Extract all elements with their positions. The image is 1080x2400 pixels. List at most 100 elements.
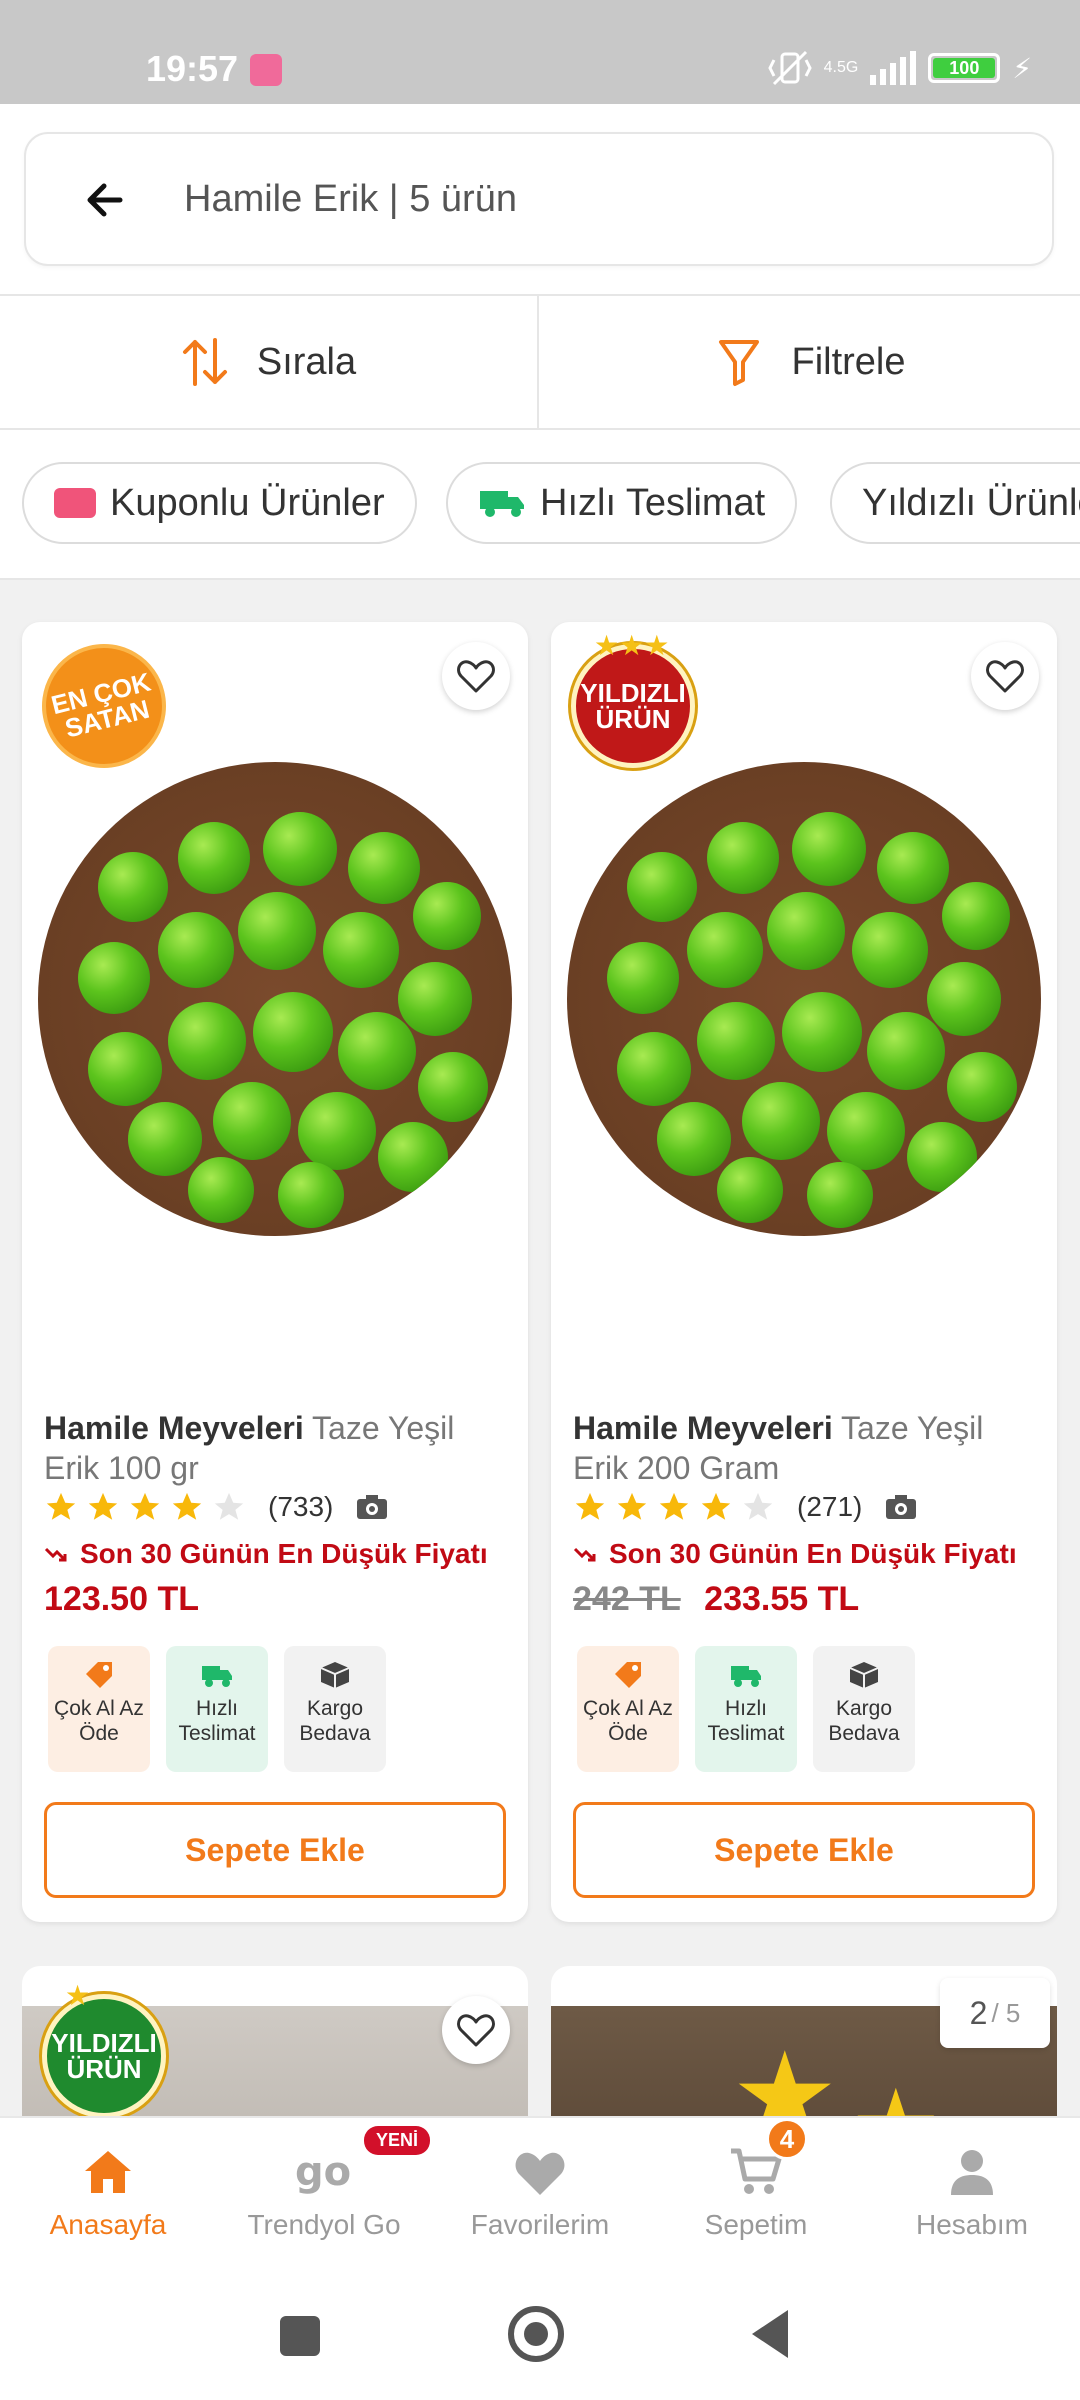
chip-label: Hızlı Teslimat — [540, 481, 766, 524]
nav-account[interactable]: Hesabım — [864, 2118, 1080, 2268]
lowest-price-text: Son 30 Günün En Düşük Fiyatı — [609, 1538, 1017, 1569]
plum — [717, 1157, 783, 1223]
home-button[interactable] — [508, 2306, 564, 2362]
back-arrow-icon[interactable] — [76, 170, 136, 230]
plum — [78, 942, 150, 1014]
plum — [942, 882, 1010, 950]
plum — [178, 822, 250, 894]
product-image[interactable] — [567, 762, 1041, 1236]
star-full-icon — [575, 1492, 605, 1520]
sort-filter-bar: Sırala Filtrele — [0, 294, 1080, 430]
plum — [418, 1052, 488, 1122]
nav-favorites[interactable]: Favorilerim — [432, 2118, 648, 2268]
product-card[interactable]: ★★★ YILDIZLI ÜRÜN Hamile Meyveleri Taze … — [551, 622, 1057, 1922]
nav-label: Sepetim — [704, 2209, 808, 2240]
product-name[interactable]: Hamile Meyveleri Taze Yeşil Erik 200 Gra… — [573, 1408, 1033, 1488]
filter-label: Filtrele — [791, 340, 906, 383]
sort-arrows-icon — [182, 338, 227, 386]
add-to-cart-button[interactable]: Sepete Ekle — [44, 1802, 506, 1898]
chip-starred-products[interactable]: Yıldızlı Ürünler — [830, 462, 1080, 544]
nav-label: Favorilerim — [470, 2209, 610, 2240]
back-button[interactable] — [752, 2310, 788, 2358]
favorite-button[interactable] — [971, 642, 1039, 710]
quick-filter-chips: Kuponlu Ürünler Hızlı Teslimat Yıldızlı … — [0, 430, 1080, 580]
plum — [213, 1082, 291, 1160]
tag-label: Kargo Bedava — [299, 1697, 371, 1745]
notification-app-icon — [250, 54, 282, 86]
nav-home[interactable]: Anasayfa — [0, 2118, 216, 2268]
product-name[interactable]: Hamile Meyveleri Taze Yeşil Erik 100 gr — [44, 1408, 504, 1488]
recent-apps-button[interactable] — [280, 2316, 320, 2356]
plum — [617, 1032, 691, 1106]
plum — [827, 1092, 905, 1170]
chip-label: Kuponlu Ürünler — [110, 481, 385, 524]
plum — [687, 912, 763, 988]
page-total: / 5 — [991, 1997, 1021, 2028]
plum — [158, 912, 234, 988]
feature-tags: Çok Al Az Öde Hızlı Teslimat Kargo Bedav… — [48, 1646, 386, 1772]
price-tag-icon — [86, 1662, 112, 1688]
plum — [807, 1162, 873, 1228]
plum — [378, 1122, 448, 1192]
product-brand: Hamile Meyveleri — [573, 1410, 833, 1446]
product-brand: Hamile Meyveleri — [44, 1410, 304, 1446]
plum — [323, 912, 399, 988]
tag-free-shipping: Kargo Bedava — [284, 1646, 386, 1772]
page-indicator: 2 / 5 — [940, 1978, 1050, 2048]
trend-down-icon — [44, 1547, 67, 1562]
tag-fast-delivery: Hızlı Teslimat — [166, 1646, 268, 1772]
lowest-price-note: Son 30 Günün En Düşük Fiyatı — [573, 1538, 1017, 1570]
badge-text: YILDIZLI ÜRÜN — [580, 678, 686, 734]
star-full-icon — [617, 1492, 647, 1520]
star-empty-icon — [214, 1492, 244, 1520]
plum — [927, 962, 1001, 1036]
tag-label: Kargo Bedava — [828, 1697, 900, 1745]
chip-coupon-products[interactable]: Kuponlu Ürünler — [22, 462, 417, 544]
filter-button[interactable]: Filtrele — [541, 296, 1080, 428]
product-card[interactable]: EN ÇOK SATAN Hamile Meyveleri Taze Yeşil… — [22, 622, 528, 1922]
lowest-price-note: Son 30 Günün En Düşük Fiyatı — [44, 1538, 488, 1570]
delivery-truck-icon — [480, 491, 524, 517]
vibrate-off-icon — [767, 50, 812, 86]
status-icons: 4.5G 100 ⚡ — [767, 48, 1032, 88]
old-price: 242 TL — [573, 1580, 681, 1618]
plum — [298, 1092, 376, 1170]
sort-label: Sırala — [256, 340, 357, 383]
nav-label: Anasayfa — [49, 2209, 167, 2240]
plum — [707, 822, 779, 894]
badge-text: YILDIZLI ÜRÜN — [51, 2028, 157, 2084]
plum — [792, 812, 866, 886]
camera-icon — [886, 1495, 917, 1519]
plum — [947, 1052, 1017, 1122]
search-query-title[interactable]: Hamile Erik | 5 ürün — [184, 178, 517, 221]
plum — [697, 1002, 775, 1080]
tag-multi-buy: Çok Al Az Öde — [48, 1646, 150, 1772]
star-full-icon — [659, 1492, 689, 1520]
nav-cart[interactable]: Sepetim — [648, 2118, 864, 2268]
favorite-button[interactable] — [442, 642, 510, 710]
tag-free-shipping: Kargo Bedava — [813, 1646, 915, 1772]
heart-outline-icon — [457, 2014, 495, 2047]
product-image[interactable] — [38, 762, 512, 1236]
add-to-cart-button[interactable]: Sepete Ekle — [573, 1802, 1035, 1898]
favorite-button[interactable] — [442, 1996, 510, 2064]
tag-label: Hızlı Teslimat — [707, 1697, 785, 1745]
trend-down-icon — [573, 1547, 596, 1562]
tag-label: Hızlı Teslimat — [178, 1697, 256, 1745]
plum — [88, 1032, 162, 1106]
plum — [238, 892, 316, 970]
price: 123.50 TL — [44, 1580, 199, 1619]
plum — [398, 962, 472, 1036]
chip-fast-delivery[interactable]: Hızlı Teslimat — [446, 462, 798, 544]
user-icon — [951, 2150, 993, 2195]
sort-button[interactable]: Sırala — [0, 296, 539, 428]
charging-icon: ⚡ — [1012, 52, 1032, 84]
search-box[interactable]: Hamile Erik | 5 ürün — [24, 132, 1054, 266]
plum — [627, 852, 697, 922]
rating-row: (733) — [44, 1490, 389, 1524]
heart-outline-icon — [457, 660, 495, 693]
starred-product-badge: ★★★ YILDIZLI ÜRÜN — [571, 632, 695, 768]
star-full-icon — [172, 1492, 202, 1520]
heart-outline-icon — [986, 660, 1024, 693]
best-seller-badge: EN ÇOK SATAN — [28, 630, 180, 782]
